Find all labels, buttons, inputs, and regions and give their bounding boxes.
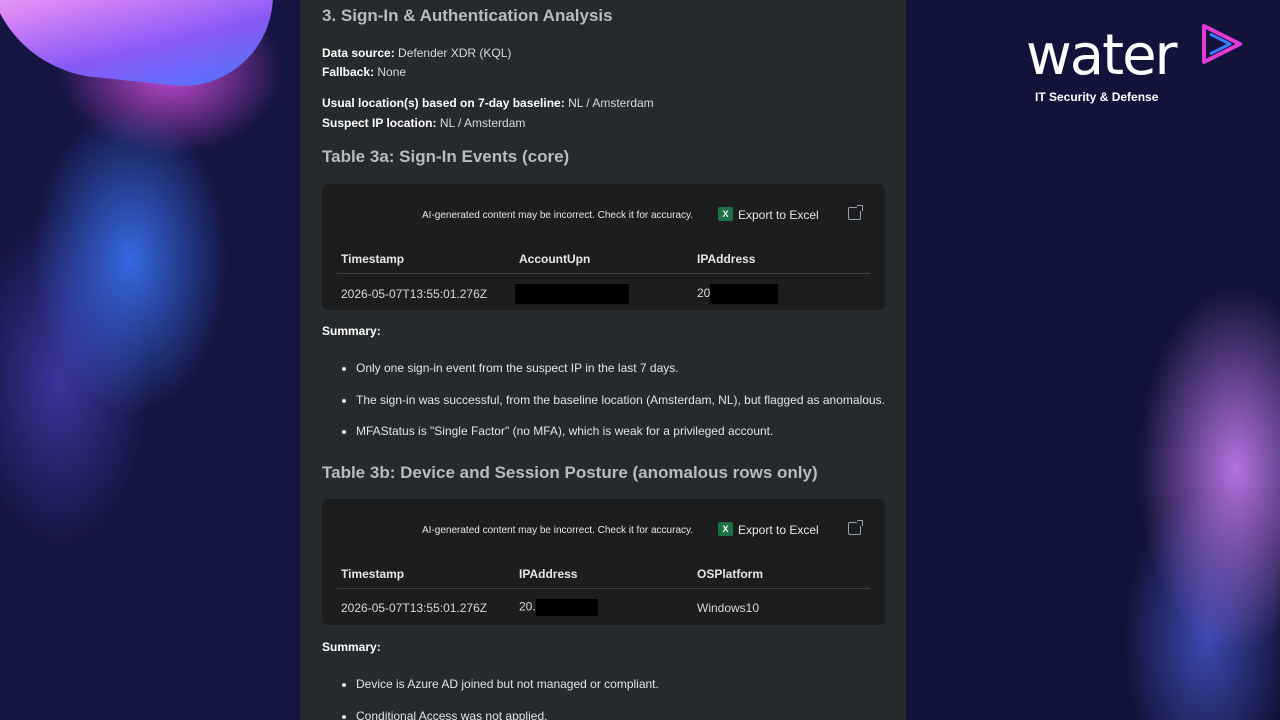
redaction-bar (710, 284, 779, 304)
redaction-bar (535, 599, 598, 616)
brand-wordmark: water (1026, 23, 1178, 88)
summary-label: Summary: (322, 640, 381, 654)
summary-label: Summary: (322, 324, 381, 338)
popout-icon[interactable] (848, 205, 863, 220)
fallback-value: None (377, 65, 407, 79)
table-row: 2026-05-07T13:55:01.276Z 20 (337, 274, 870, 307)
table-3a-title: Table 3a: Sign-In Events (core) (322, 147, 570, 166)
gradient-blob (0, 0, 276, 95)
export-to-excel-button[interactable]: Export to Excel (738, 523, 819, 537)
data-source-label: Data source: (322, 46, 395, 60)
table-toolbar: AI-generated content may be incorrect. C… (322, 205, 885, 226)
section-title: 3. Sign-In & Authentication Analysis (322, 6, 613, 25)
ip-address-cell: 20. (515, 589, 693, 619)
sign-in-events-table: Timestamp AccountUpn IPAddress 2026-05-0… (337, 248, 870, 306)
suspect-location-label: Suspect IP location: (322, 116, 437, 130)
list-item: MFAStatus is "Single Factor" (no MFA), w… (356, 424, 906, 456)
timestamp-cell: 2026-05-07T13:55:01.276Z (341, 287, 488, 301)
ip-prefix: 20 (697, 286, 711, 301)
data-source-value: Defender XDR (KQL) (398, 46, 512, 60)
list-item: The sign-in was successful, from the bas… (356, 393, 906, 425)
column-header: Timestamp (337, 563, 515, 589)
usual-location-label: Usual location(s) based on 7-day baselin… (322, 96, 565, 110)
brand-logo: water IT Security & Defense (1026, 23, 1246, 116)
excel-icon[interactable]: X (718, 522, 733, 536)
excel-icon[interactable]: X (718, 207, 733, 221)
fallback-line: Fallback: None (322, 65, 406, 79)
table-toolbar: AI-generated content may be incorrect. C… (322, 520, 885, 541)
list-item: Device is Azure AD joined but not manage… (356, 677, 906, 709)
usual-location-value: NL / Amsterdam (568, 96, 654, 110)
ai-disclaimer: AI-generated content may be incorrect. C… (422, 525, 694, 536)
suspect-location-line: Suspect IP location: NL / Amsterdam (322, 116, 525, 130)
suspect-location-value: NL / Amsterdam (439, 116, 526, 130)
fallback-label: Fallback: (322, 65, 375, 79)
column-header: IPAddress (515, 563, 693, 589)
background-left-decoration (0, 0, 300, 720)
list-item: Conditional Access was not applied. (356, 709, 906, 720)
column-header: OSPlatform (693, 563, 870, 589)
column-header: AccountUpn (515, 248, 693, 274)
table-3b-title: Table 3b: Device and Session Posture (an… (322, 463, 818, 482)
column-header: Timestamp (337, 248, 515, 274)
ip-address-cell: 20 (693, 274, 870, 307)
account-upn-cell (515, 274, 693, 307)
device-posture-table: Timestamp IPAddress OSPlatform 2026-05-0… (337, 563, 870, 618)
play-logo-icon (1202, 24, 1242, 64)
ai-disclaimer: AI-generated content may be incorrect. C… (422, 210, 694, 221)
report-panel: 3. Sign-In & Authentication Analysis Dat… (300, 0, 906, 720)
timestamp-cell: 2026-05-07T13:55:01.276Z (341, 600, 488, 615)
os-platform-cell: Windows10 (697, 600, 760, 615)
brand-tagline: IT Security & Defense (1035, 90, 1159, 104)
list-item: Only one sign-in event from the suspect … (356, 361, 906, 393)
column-header: IPAddress (693, 248, 870, 274)
table-row: 2026-05-07T13:55:01.276Z 20. Windows10 (337, 589, 870, 619)
redaction-bar (515, 284, 629, 304)
summary-list: Device is Azure AD joined but not manage… (322, 677, 906, 720)
summary-list: Only one sign-in event from the suspect … (322, 361, 906, 456)
popout-icon[interactable] (848, 520, 863, 535)
table-3b-card: AI-generated content may be incorrect. C… (322, 499, 885, 625)
table-3a-card: AI-generated content may be incorrect. C… (322, 184, 885, 310)
export-to-excel-button[interactable]: Export to Excel (738, 208, 819, 222)
usual-location-line: Usual location(s) based on 7-day baselin… (322, 96, 654, 110)
ip-prefix: 20. (519, 599, 536, 614)
data-source-line: Data source: Defender XDR (KQL) (322, 46, 511, 60)
